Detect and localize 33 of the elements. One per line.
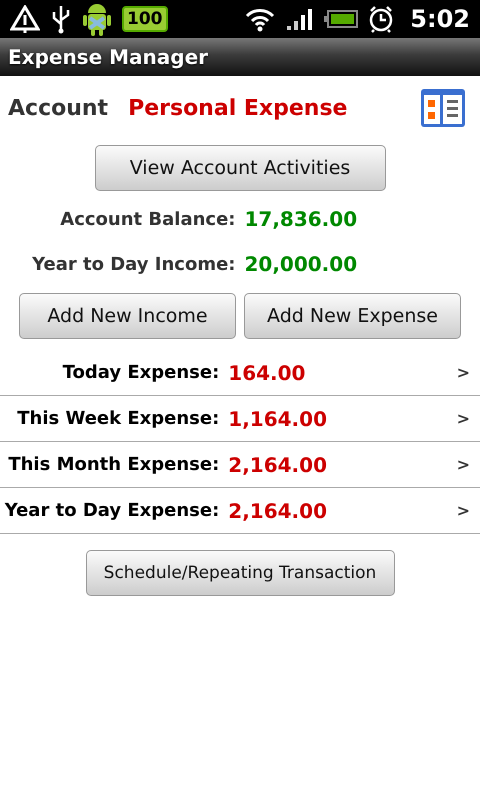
alarm-clock-icon: [368, 5, 394, 33]
wifi-icon: [244, 6, 276, 32]
battery-badge: 100: [122, 6, 168, 32]
summary-value: 20,000.00: [244, 251, 358, 278]
account-name: Personal Expense: [128, 96, 348, 120]
chevron[interactable]: >: [456, 409, 470, 428]
usb-icon: [50, 4, 72, 34]
schedule-button[interactable]: Schedule/Repeating Transaction: [86, 550, 394, 596]
app-title: Expense Manager: [8, 45, 208, 69]
signal-icon: [286, 7, 314, 31]
period-value: 2,164.00: [228, 452, 328, 476]
summary-value: 17,836.00: [244, 206, 358, 233]
period-label: This Month Expense:: [7, 454, 220, 475]
period-value: 2,164.00: [228, 498, 328, 522]
chevron[interactable]: >: [456, 455, 470, 474]
period-value: 1,164.00: [228, 406, 328, 430]
period-label: This Week Expense:: [16, 408, 220, 429]
period-value: 164.00: [228, 360, 306, 384]
period-label: Today Expense:: [62, 362, 220, 383]
robot-icon: [82, 1, 112, 37]
period-label: Year to Day Expense:: [4, 500, 220, 521]
summary-label: Year to Day Income:: [31, 253, 236, 277]
summary-label: Account Balance:: [59, 208, 236, 232]
add-button[interactable]: Add New Expense: [244, 293, 461, 339]
warning-icon: [10, 5, 40, 33]
chevron[interactable]: >: [456, 501, 470, 520]
clock-time: 5:02: [410, 5, 470, 33]
chevron[interactable]: >: [456, 363, 470, 382]
view-activities-button[interactable]: View Account Activities: [94, 145, 386, 191]
account-list-icon[interactable]: [420, 88, 466, 128]
add-button[interactable]: Add New Income: [19, 293, 236, 339]
account-label: Account: [8, 96, 108, 120]
battery-icon: [324, 10, 358, 28]
